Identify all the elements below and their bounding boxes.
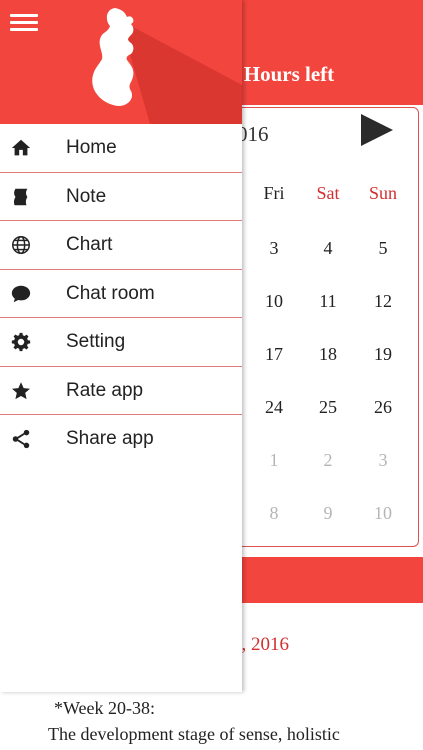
menu-item-label: Setting — [66, 331, 126, 352]
calendar-day[interactable]: 12 — [363, 291, 403, 312]
menu-item-share-app[interactable]: Share app — [0, 415, 242, 463]
week-range: *Week 20-38: — [54, 698, 156, 718]
week-info: *Week 20-38: The development stage of se… — [48, 695, 408, 747]
calendar-day[interactable]: 3 — [363, 450, 403, 471]
drawer-header — [0, 0, 242, 124]
menu-item-rate-app[interactable]: Rate app — [0, 367, 242, 415]
menu-item-note[interactable]: Note — [0, 173, 242, 221]
calendar-day[interactable]: 2 — [308, 450, 348, 471]
weekday-header: Fri — [263, 183, 285, 203]
calendar-day[interactable]: 8 — [254, 503, 294, 524]
menu-item-label: Rate app — [66, 379, 144, 401]
calendar-day[interactable]: 11 — [308, 291, 348, 312]
menu-item-home[interactable]: Home — [0, 124, 242, 173]
calendar-day[interactable]: 1 — [254, 450, 294, 471]
menu-item-label: Chat room — [66, 282, 155, 304]
calendar: 016 Fri Sat Sun 3 4 5 10 11 12 17 18 19 24 25 26 1 2 3… — [236, 107, 419, 547]
calendar-day[interactable]: 25 — [308, 397, 348, 418]
calendar-day[interactable]: 17 — [254, 344, 294, 365]
note-icon — [13, 188, 28, 205]
home-icon — [11, 139, 31, 156]
menu-item-chat-room[interactable]: Chat room — [0, 270, 242, 318]
pregnant-woman-icon — [92, 8, 134, 106]
hours-left-text: 0 Hours left — [228, 62, 335, 86]
calendar-day[interactable]: 10 — [254, 291, 294, 312]
calendar-day[interactable]: 26 — [363, 397, 403, 418]
menu-item-label: Chart — [66, 234, 113, 255]
next-month-button[interactable] — [361, 114, 393, 146]
navigation-drawer: Home Note Chart Chat room Setting Rate a… — [0, 0, 242, 692]
due-date-text: 7, 2016 — [236, 634, 293, 656]
share-icon — [12, 429, 30, 449]
calendar-day[interactable]: 18 — [308, 344, 348, 365]
weekday-header: Sun — [368, 183, 397, 203]
calendar-day[interactable]: 19 — [363, 344, 403, 365]
menu-item-chart[interactable]: Chart — [0, 221, 242, 270]
menu-item-label: Share app — [66, 428, 154, 449]
calendar-day[interactable]: 24 — [254, 397, 294, 418]
menu-item-setting[interactable]: Setting — [0, 318, 242, 367]
chat-bubble-icon — [11, 285, 31, 302]
hamburger-menu-icon[interactable] — [10, 14, 38, 34]
red-banner — [236, 557, 423, 603]
gear-icon — [11, 332, 31, 352]
menu-item-label: Home — [66, 137, 117, 158]
calendar-day[interactable]: 9 — [308, 503, 348, 524]
weekday-header: Sat — [316, 183, 340, 203]
calendar-day[interactable]: 10 — [363, 503, 403, 524]
star-icon — [12, 381, 30, 399]
calendar-day[interactable]: 3 — [254, 238, 294, 259]
globe-icon — [12, 236, 30, 254]
calendar-day[interactable]: 5 — [363, 238, 403, 259]
due-date-value: 7, 2016 — [236, 634, 289, 655]
menu-item-label: Note — [66, 185, 107, 207]
week-description: The development stage of sense, holistic — [48, 724, 340, 744]
calendar-day[interactable]: 4 — [308, 238, 348, 259]
drawer-menu: Home Note Chart Chat room Setting Rate a… — [0, 124, 242, 463]
